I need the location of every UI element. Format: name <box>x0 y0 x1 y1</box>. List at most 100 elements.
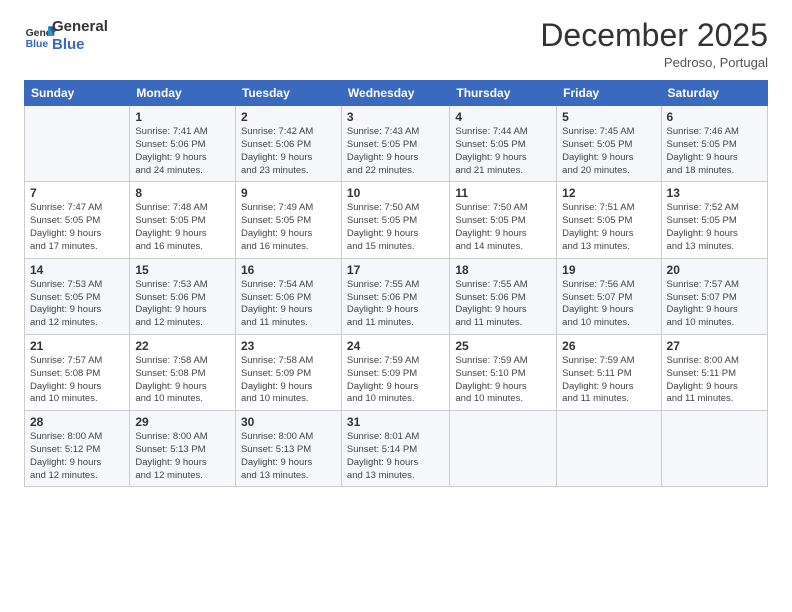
cell-w2-d1: 8 Sunrise: 7:48 AM Sunset: 5:05 PM Daylig… <box>130 182 236 258</box>
day-info-1: Sunrise: 7:41 AM Sunset: 5:06 PM Dayligh… <box>135 126 230 177</box>
cell-w3-d2: 16 Sunrise: 7:54 AM Sunset: 5:06 PM Dayli… <box>235 258 341 334</box>
day-number-12: 12 <box>562 186 655 200</box>
day-info-24: Sunrise: 7:59 AM Sunset: 5:09 PM Dayligh… <box>347 355 444 406</box>
day-number-17: 17 <box>347 263 444 277</box>
day-number-27: 27 <box>667 339 762 353</box>
day-info-8: Sunrise: 7:48 AM Sunset: 5:05 PM Dayligh… <box>135 202 230 253</box>
day-number-13: 13 <box>667 186 762 200</box>
day-info-20: Sunrise: 7:57 AM Sunset: 5:07 PM Dayligh… <box>667 279 762 330</box>
day-info-15: Sunrise: 7:53 AM Sunset: 5:06 PM Dayligh… <box>135 279 230 330</box>
page: General Blue General Blue December 2025 … <box>0 0 792 612</box>
day-info-9: Sunrise: 7:49 AM Sunset: 5:05 PM Dayligh… <box>241 202 336 253</box>
day-number-16: 16 <box>241 263 336 277</box>
day-number-30: 30 <box>241 415 336 429</box>
day-number-4: 4 <box>455 110 551 124</box>
cell-w1-d5: 5 Sunrise: 7:45 AM Sunset: 5:05 PM Daylig… <box>557 106 661 182</box>
day-number-22: 22 <box>135 339 230 353</box>
cell-w4-d0: 21Sunrise: 7:57 AM Sunset: 5:08 PM Dayli… <box>25 334 130 410</box>
day-info-29: Sunrise: 8:00 AM Sunset: 5:13 PM Dayligh… <box>135 431 230 482</box>
day-number-19: 19 <box>562 263 655 277</box>
cell-w3-d5: 19 Sunrise: 7:56 AM Sunset: 5:07 PM Dayli… <box>557 258 661 334</box>
cell-w5-d4 <box>450 411 557 487</box>
day-number-14: 14 <box>30 263 124 277</box>
cell-w3-d4: 18 Sunrise: 7:55 AM Sunset: 5:06 PM Dayli… <box>450 258 557 334</box>
week-row-2: 7Sunrise: 7:47 AM Sunset: 5:05 PM Daylig… <box>25 182 768 258</box>
logo-general: General <box>52 18 108 36</box>
header-thursday: Thursday <box>450 81 557 106</box>
cell-w4-d4: 25Sunrise: 7:59 AM Sunset: 5:10 PM Dayli… <box>450 334 557 410</box>
cell-w1-d2: 2 Sunrise: 7:42 AM Sunset: 5:06 PM Daylig… <box>235 106 341 182</box>
cell-w5-d2: 30 Sunrise: 8:00 AM Sunset: 5:13 PM Dayli… <box>235 411 341 487</box>
day-info-16: Sunrise: 7:54 AM Sunset: 5:06 PM Dayligh… <box>241 279 336 330</box>
day-info-26: Sunrise: 7:59 AM Sunset: 5:11 PM Dayligh… <box>562 355 655 406</box>
day-info-23: Sunrise: 7:58 AM Sunset: 5:09 PM Dayligh… <box>241 355 336 406</box>
day-info-12: Sunrise: 7:51 AM Sunset: 5:05 PM Dayligh… <box>562 202 655 253</box>
cell-w2-d0: 7Sunrise: 7:47 AM Sunset: 5:05 PM Daylig… <box>25 182 130 258</box>
day-info-18: Sunrise: 7:55 AM Sunset: 5:06 PM Dayligh… <box>455 279 551 330</box>
cell-w2-d5: 12 Sunrise: 7:51 AM Sunset: 5:05 PM Dayli… <box>557 182 661 258</box>
day-info-6: Sunrise: 7:46 AM Sunset: 5:05 PM Dayligh… <box>667 126 762 177</box>
cell-w2-d2: 9 Sunrise: 7:49 AM Sunset: 5:05 PM Daylig… <box>235 182 341 258</box>
day-info-30: Sunrise: 8:00 AM Sunset: 5:13 PM Dayligh… <box>241 431 336 482</box>
cell-w4-d1: 22 Sunrise: 7:58 AM Sunset: 5:08 PM Dayli… <box>130 334 236 410</box>
day-info-11: Sunrise: 7:50 AM Sunset: 5:05 PM Dayligh… <box>455 202 551 253</box>
day-info-19: Sunrise: 7:56 AM Sunset: 5:07 PM Dayligh… <box>562 279 655 330</box>
header-monday: Monday <box>130 81 236 106</box>
month-title: December 2025 <box>540 18 768 53</box>
cell-w2-d4: 11 Sunrise: 7:50 AM Sunset: 5:05 PM Dayli… <box>450 182 557 258</box>
cell-w1-d4: 4 Sunrise: 7:44 AM Sunset: 5:05 PM Daylig… <box>450 106 557 182</box>
day-number-9: 9 <box>241 186 336 200</box>
day-number-8: 8 <box>135 186 230 200</box>
svg-text:Blue: Blue <box>26 39 49 50</box>
cell-w4-d6: 27Sunrise: 8:00 AM Sunset: 5:11 PM Dayli… <box>661 334 767 410</box>
cell-w3-d1: 15Sunrise: 7:53 AM Sunset: 5:06 PM Dayli… <box>130 258 236 334</box>
day-info-5: Sunrise: 7:45 AM Sunset: 5:05 PM Dayligh… <box>562 126 655 177</box>
day-number-24: 24 <box>347 339 444 353</box>
cell-w3-d0: 14 Sunrise: 7:53 AM Sunset: 5:05 PM Dayli… <box>25 258 130 334</box>
day-number-18: 18 <box>455 263 551 277</box>
day-number-26: 26 <box>562 339 655 353</box>
cell-w5-d0: 28 Sunrise: 8:00 AM Sunset: 5:12 PM Dayli… <box>25 411 130 487</box>
day-info-25: Sunrise: 7:59 AM Sunset: 5:10 PM Dayligh… <box>455 355 551 406</box>
day-info-10: Sunrise: 7:50 AM Sunset: 5:05 PM Dayligh… <box>347 202 444 253</box>
day-number-23: 23 <box>241 339 336 353</box>
header: General Blue General Blue December 2025 … <box>24 18 768 70</box>
cell-w5-d5 <box>557 411 661 487</box>
day-info-14: Sunrise: 7:53 AM Sunset: 5:05 PM Dayligh… <box>30 279 124 330</box>
title-block: December 2025 Pedroso, Portugal <box>540 18 768 70</box>
cell-w4-d2: 23 Sunrise: 7:58 AM Sunset: 5:09 PM Dayli… <box>235 334 341 410</box>
week-row-5: 28 Sunrise: 8:00 AM Sunset: 5:12 PM Dayli… <box>25 411 768 487</box>
header-wednesday: Wednesday <box>341 81 449 106</box>
day-number-11: 11 <box>455 186 551 200</box>
day-info-2: Sunrise: 7:42 AM Sunset: 5:06 PM Dayligh… <box>241 126 336 177</box>
day-info-4: Sunrise: 7:44 AM Sunset: 5:05 PM Dayligh… <box>455 126 551 177</box>
location: Pedroso, Portugal <box>540 55 768 70</box>
cell-w3-d3: 17Sunrise: 7:55 AM Sunset: 5:06 PM Dayli… <box>341 258 449 334</box>
day-number-7: 7 <box>30 186 124 200</box>
cell-w5-d3: 31Sunrise: 8:01 AM Sunset: 5:14 PM Dayli… <box>341 411 449 487</box>
cell-w4-d3: 24 Sunrise: 7:59 AM Sunset: 5:09 PM Dayli… <box>341 334 449 410</box>
day-number-1: 1 <box>135 110 230 124</box>
day-info-3: Sunrise: 7:43 AM Sunset: 5:05 PM Dayligh… <box>347 126 444 177</box>
cell-w1-d1: 1 Sunrise: 7:41 AM Sunset: 5:06 PM Daylig… <box>130 106 236 182</box>
week-row-1: 1 Sunrise: 7:41 AM Sunset: 5:06 PM Daylig… <box>25 106 768 182</box>
week-row-3: 14 Sunrise: 7:53 AM Sunset: 5:05 PM Dayli… <box>25 258 768 334</box>
day-number-29: 29 <box>135 415 230 429</box>
day-number-20: 20 <box>667 263 762 277</box>
day-info-28: Sunrise: 8:00 AM Sunset: 5:12 PM Dayligh… <box>30 431 124 482</box>
cell-w3-d6: 20 Sunrise: 7:57 AM Sunset: 5:07 PM Dayli… <box>661 258 767 334</box>
day-number-5: 5 <box>562 110 655 124</box>
day-number-28: 28 <box>30 415 124 429</box>
cell-w4-d5: 26 Sunrise: 7:59 AM Sunset: 5:11 PM Dayli… <box>557 334 661 410</box>
cell-w1-d6: 6Sunrise: 7:46 AM Sunset: 5:05 PM Daylig… <box>661 106 767 182</box>
day-number-2: 2 <box>241 110 336 124</box>
day-number-21: 21 <box>30 339 124 353</box>
logo: General Blue General Blue <box>24 18 108 54</box>
cell-w5-d6 <box>661 411 767 487</box>
header-tuesday: Tuesday <box>235 81 341 106</box>
header-friday: Friday <box>557 81 661 106</box>
logo-blue: Blue <box>52 36 85 54</box>
cell-w5-d1: 29 Sunrise: 8:00 AM Sunset: 5:13 PM Dayli… <box>130 411 236 487</box>
cell-w2-d6: 13Sunrise: 7:52 AM Sunset: 5:05 PM Dayli… <box>661 182 767 258</box>
day-info-22: Sunrise: 7:58 AM Sunset: 5:08 PM Dayligh… <box>135 355 230 406</box>
